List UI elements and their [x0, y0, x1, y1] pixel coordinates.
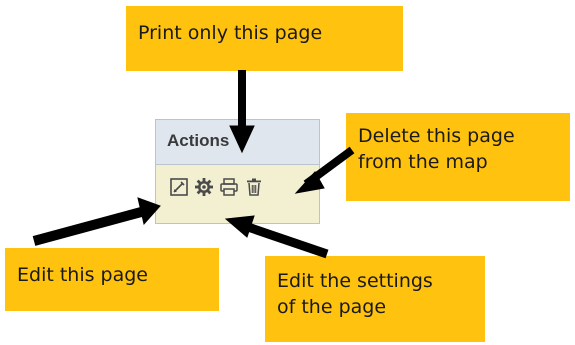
callout-settings-line2: of the page [277, 296, 387, 318]
callout-print-text: Print only this page [138, 22, 323, 44]
actions-header: Actions [156, 120, 319, 165]
arrow-to-edit [32, 197, 161, 246]
settings-gear-icon[interactable] [194, 177, 214, 197]
trash-icon[interactable] [244, 177, 264, 197]
print-icon[interactable] [219, 177, 239, 197]
callout-delete: Delete this page from the map [346, 113, 570, 201]
callout-settings: Edit the settings of the page [265, 256, 485, 342]
edit-page-icon[interactable] [169, 177, 189, 197]
actions-toolbar [156, 165, 319, 223]
callout-delete-line2: from the map [358, 151, 488, 173]
callout-settings-line1: Edit the settings [277, 270, 433, 292]
callout-print: Print only this page [126, 6, 403, 71]
callout-delete-line1: Delete this page [358, 125, 515, 147]
callout-edit-text: Edit this page [17, 264, 148, 286]
actions-panel: Actions [155, 119, 320, 224]
callout-edit: Edit this page [5, 248, 219, 311]
